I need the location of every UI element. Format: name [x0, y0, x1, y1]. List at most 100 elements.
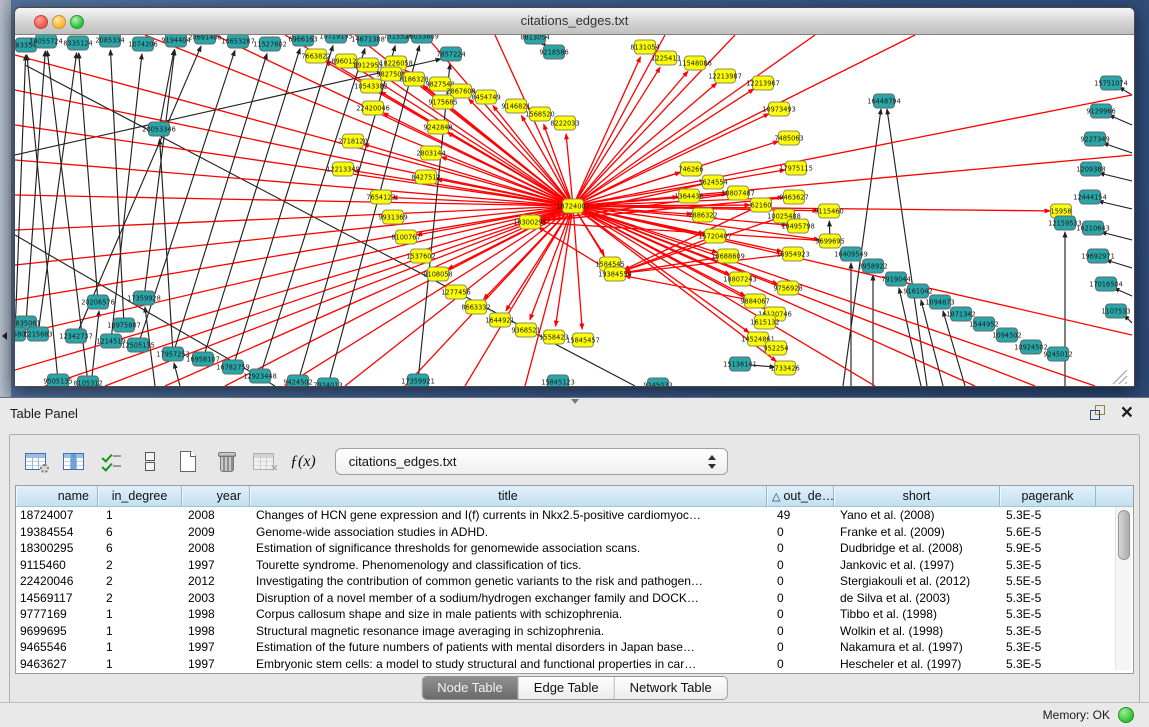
table-cell[interactable]: 5.6E-5 [1000, 524, 1096, 541]
graph-node[interactable]: 1615132 [750, 315, 779, 329]
table-row[interactable]: 1830029562008Estimation of significance … [16, 540, 1133, 557]
table-cell[interactable]: Changes of HCN gene expression and I(f) … [250, 507, 767, 524]
graph-node[interactable]: 9218586 [539, 45, 568, 59]
table-cell[interactable]: Stergiakouli et al. (2012) [834, 573, 1000, 590]
table-cell[interactable]: Jankovic et al. (1997) [834, 557, 1000, 574]
graph-node[interactable]: 62160 [751, 198, 772, 212]
graph-node[interactable]: 1225413 [651, 51, 680, 65]
table-cell[interactable]: Hescheler et al. (1997) [834, 656, 1000, 673]
tab-network-table[interactable]: Network Table [615, 677, 727, 699]
table-cell[interactable]: 49 [767, 507, 834, 524]
network-canvas[interactable]: 1833544140557248335124208533410742069194… [15, 35, 1132, 386]
graph-node[interactable]: 1277456 [441, 285, 470, 299]
graph-node[interactable]: 8813054 [520, 35, 549, 44]
table-cell[interactable]: de Silva et al. (2003) [834, 590, 1000, 607]
table-selector-dropdown[interactable]: citations_edges.txt [335, 448, 728, 475]
graph-node[interactable]: 1871342 [946, 307, 975, 321]
graph-node[interactable]: 1364436 [674, 189, 703, 203]
graph-node[interactable]: 10807487 [721, 186, 755, 200]
table-cell[interactable]: Franke et al. (2009) [834, 524, 1000, 541]
graph-node[interactable]: 9194404 [161, 35, 190, 47]
graph-node[interactable]: 1094502 [992, 328, 1021, 342]
graph-node[interactable]: 10719195 [319, 35, 353, 43]
graph-node[interactable]: 15136141 [723, 357, 757, 371]
table-cell[interactable]: 2009 [182, 524, 250, 541]
graph-node[interactable]: 746266 [678, 162, 703, 176]
delete-table-button[interactable] [214, 450, 239, 473]
graph-node[interactable]: 12213967 [746, 76, 780, 90]
graph-node[interactable]: 9161042 [903, 284, 932, 298]
table-row[interactable]: 911546021997Tourette syndrome. Phenomeno… [16, 557, 1133, 574]
merge-tables-button[interactable] [138, 450, 163, 473]
table-row[interactable]: 1938455462009Genome-wide association stu… [16, 524, 1133, 541]
table-row[interactable]: 1872400712008Changes of HCN gene express… [16, 507, 1133, 524]
table-row[interactable]: 1456911722003Disruption of a novel membe… [16, 590, 1133, 607]
table-cell[interactable]: 0 [767, 573, 834, 590]
table-cell[interactable]: 2008 [182, 540, 250, 557]
graph-node[interactable]: 9368521 [511, 323, 540, 337]
table-cell[interactable]: 19384554 [16, 524, 98, 541]
table-cell[interactable]: Investigating the contribution of common… [250, 573, 767, 590]
graph-node[interactable]: 16448794 [867, 94, 901, 108]
graph-node[interactable]: 7924013 [313, 378, 342, 386]
table-settings-button[interactable] [24, 450, 49, 473]
table-cell[interactable]: Estimation of significance thresholds fo… [250, 540, 767, 557]
graph-node[interactable]: 2085334 [95, 35, 124, 47]
graph-node[interactable]: 9505135 [43, 374, 72, 386]
graph-node[interactable]: 12213987 [708, 69, 742, 83]
graph-node[interactable]: 9227349 [1080, 132, 1109, 146]
graph-node[interactable]: 952254 [763, 341, 788, 355]
network-window-titlebar[interactable]: citations_edges.txt [15, 8, 1134, 35]
close-panel-icon[interactable]: × [1121, 399, 1133, 427]
table-row[interactable]: 2242004622012Investigating the contribut… [16, 573, 1133, 590]
graph-node[interactable]: 8100767 [391, 230, 420, 244]
table-cell[interactable]: 9699695 [16, 623, 98, 640]
new-table-button[interactable] [176, 450, 201, 473]
vertical-scrollbar[interactable] [1115, 507, 1131, 670]
tab-edge-table[interactable]: Edge Table [519, 677, 615, 699]
table-cell[interactable]: 18300295 [16, 540, 98, 557]
panel-divider-grip[interactable] [571, 399, 579, 404]
graph-node[interactable]: 1107533 [1101, 304, 1130, 318]
table-cell[interactable]: 5.9E-5 [1000, 540, 1096, 557]
table-cell[interactable]: 2 [98, 573, 182, 590]
table-cell[interactable]: 5.3E-5 [1000, 656, 1096, 673]
node-table[interactable]: namein_degreeyeartitle△out_de…shortpager… [15, 485, 1134, 674]
row-selection-button[interactable] [100, 450, 125, 473]
graph-node[interactable]: 1094873 [925, 295, 954, 309]
table-cell[interactable]: 1997 [182, 639, 250, 656]
graph-node[interactable]: 8335124 [63, 36, 92, 50]
graph-node[interactable]: 9699695 [815, 234, 844, 248]
graph-node[interactable]: 7654123 [366, 190, 395, 204]
table-panel-titlebar[interactable]: Table Panel × [0, 398, 1149, 429]
graph-node[interactable]: 9175685 [428, 95, 457, 109]
table-cell[interactable]: Corpus callosum shape and size in male p… [250, 606, 767, 623]
graph-node[interactable]: 8663332 [461, 300, 490, 314]
graph-node[interactable]: 1558423 [539, 330, 568, 344]
table-cell[interactable]: 2008 [182, 507, 250, 524]
table-cell[interactable]: Disruption of a novel member of a sodium… [250, 590, 767, 607]
graph-node[interactable]: 16409549 [834, 247, 868, 261]
table-cell[interactable]: 1 [98, 507, 182, 524]
graph-node[interactable]: 9115460 [814, 204, 843, 218]
graph-node[interactable]: 11527602 [253, 37, 287, 51]
table-cell[interactable]: 2 [98, 590, 182, 607]
function-builder-button[interactable]: ƒ(x) [290, 450, 316, 473]
table-cell[interactable]: Nakamura et al. (1997) [834, 639, 1000, 656]
table-cell[interactable]: Tibbo et al. (1998) [834, 606, 1000, 623]
table-cell[interactable]: Estimation of the future numbers of pati… [250, 639, 767, 656]
graph-node[interactable]: 1733426 [770, 361, 799, 375]
graph-node[interactable]: 17957253 [156, 347, 190, 361]
table-cell[interactable]: 1 [98, 623, 182, 640]
graph-node[interactable]: 9245012 [1043, 347, 1072, 361]
table-cell[interactable]: 0 [767, 656, 834, 673]
table-row[interactable]: 946554611997Estimation of the future num… [16, 639, 1133, 656]
collapse-arrow-icon[interactable] [2, 332, 7, 340]
table-cell[interactable]: 18724007 [16, 507, 98, 524]
graph-node[interactable]: 10653287 [221, 35, 255, 48]
column-header-name[interactable]: name [16, 486, 98, 506]
table-cell[interactable]: Embryonic stem cells: a model to study s… [250, 656, 767, 673]
float-panel-icon[interactable] [1090, 405, 1105, 419]
graph-node[interactable]: 6966163 [288, 35, 317, 46]
column-settings-button[interactable] [62, 450, 87, 473]
